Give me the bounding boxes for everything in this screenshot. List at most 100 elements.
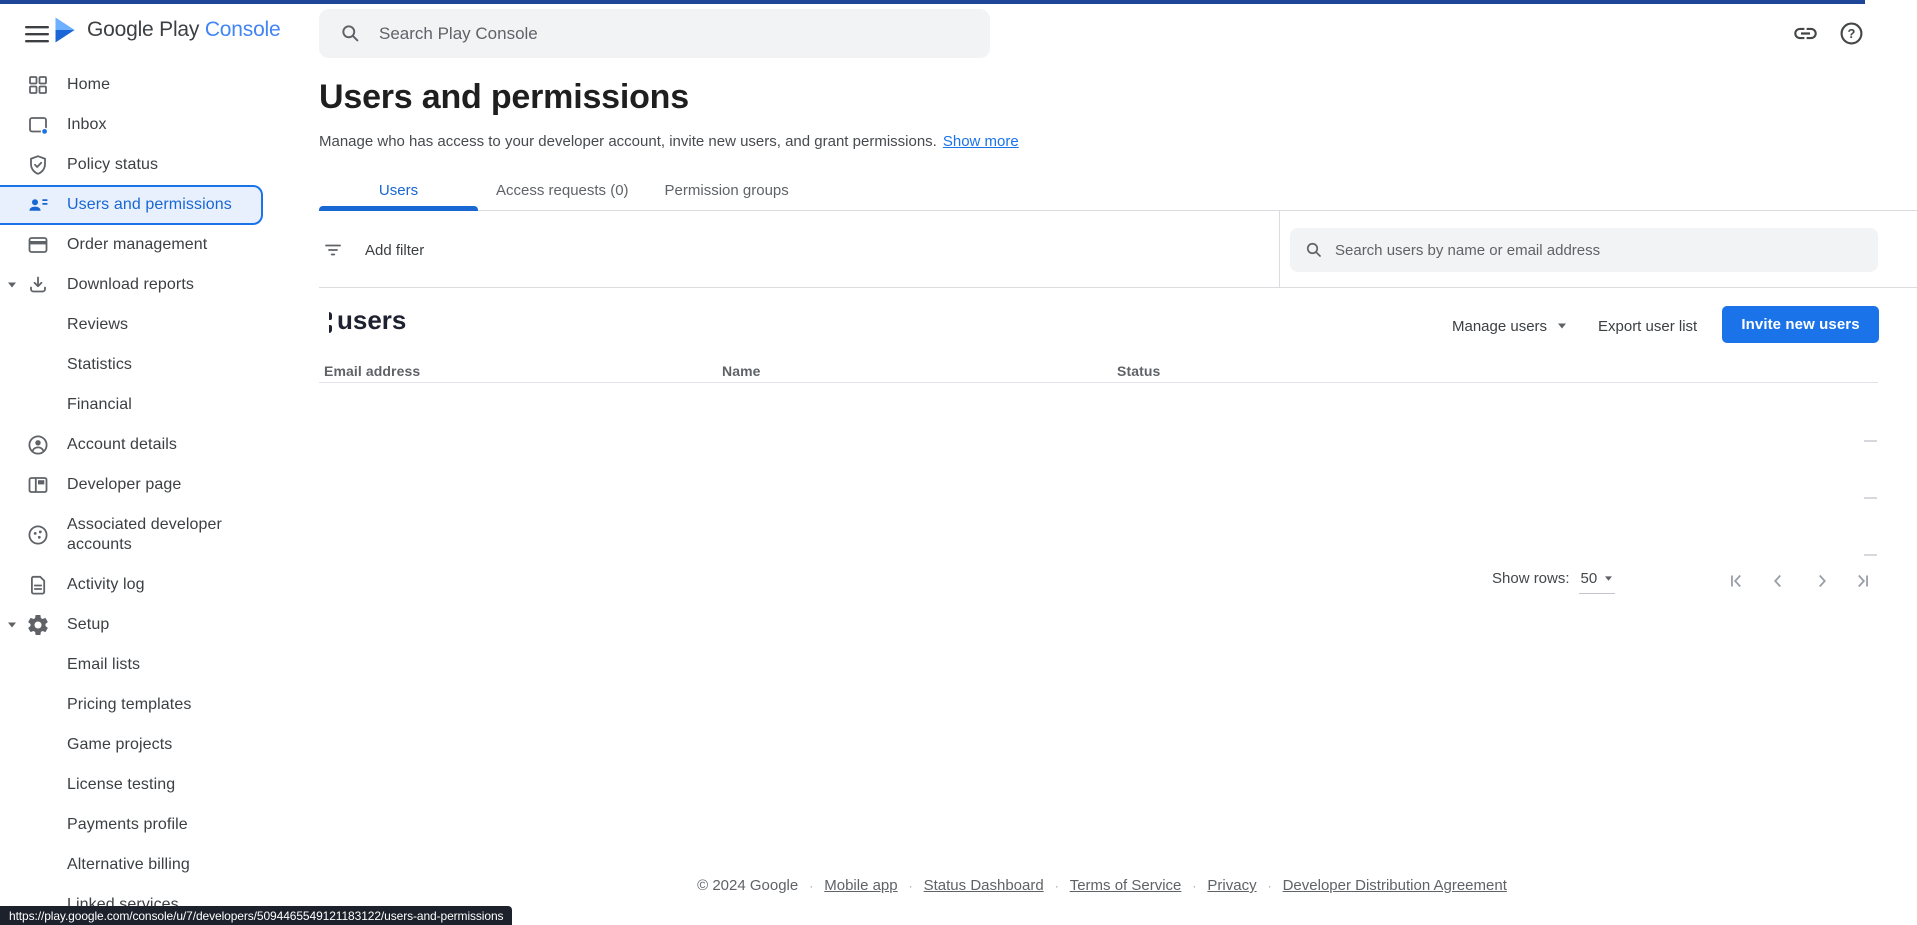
collapse-caret-icon[interactable] — [7, 621, 17, 629]
rows-per-page-value: 50 — [1581, 570, 1598, 587]
sidebar-item-reviews[interactable]: Reviews — [0, 305, 287, 345]
sidebar-item-pricing-templates[interactable]: Pricing templates — [0, 685, 287, 725]
tab-users[interactable]: Users — [319, 170, 478, 210]
sidebar-item-developer-page[interactable]: Developer page — [0, 465, 287, 505]
sidebar-item-home[interactable]: Home — [0, 65, 287, 105]
sidebar-item-associated-developer-accounts[interactable]: Associated developer accounts — [0, 505, 287, 565]
filter-bar-bottom-divider — [319, 287, 1917, 288]
sidebar-item-label: Inbox — [67, 116, 107, 134]
sidebar-nav: Home Inbox Policy status — [0, 65, 287, 925]
last-page-button[interactable] — [1849, 568, 1875, 594]
sidebar-item-label: Setup — [67, 616, 109, 634]
column-header-email: Email address — [324, 363, 420, 379]
invite-new-users-button[interactable]: Invite new users — [1722, 306, 1879, 343]
sidebar-item-order-management[interactable]: Order management — [0, 225, 287, 265]
users-icon — [26, 193, 50, 217]
page-description: Manage who has access to your developer … — [319, 133, 1019, 150]
column-header-name: Name — [722, 363, 761, 379]
credit-card-icon — [26, 233, 50, 257]
sidebar-item-license-testing[interactable]: License testing — [0, 765, 287, 805]
collapse-caret-icon[interactable] — [7, 281, 17, 289]
users-count-heading: users — [337, 305, 406, 336]
rows-per-page-select[interactable]: 50 — [1579, 570, 1616, 594]
sidebar-item-activity-log[interactable]: Activity log — [0, 565, 287, 605]
column-header-status: Status — [1117, 363, 1160, 379]
tab-permission-groups[interactable]: Permission groups — [647, 170, 807, 210]
footer-copyright: © 2024 Google — [697, 877, 798, 894]
play-triangle-icon — [52, 16, 78, 44]
footer-separator: · — [1055, 879, 1059, 893]
shield-check-icon — [26, 153, 50, 177]
search-icon — [1304, 240, 1324, 260]
associated-accounts-icon — [26, 523, 50, 547]
sidebar-item-payments-profile[interactable]: Payments profile — [0, 805, 287, 845]
export-user-list-button[interactable]: Export user list — [1598, 308, 1697, 344]
top-accent-strip — [0, 0, 1865, 4]
footer-link-developer-distribution-agreement[interactable]: Developer Distribution Agreement — [1283, 877, 1507, 894]
show-more-link[interactable]: Show more — [943, 133, 1019, 150]
link-icon — [1792, 20, 1819, 47]
page-footer: © 2024 Google · Mobile app · Status Dash… — [287, 877, 1917, 894]
filter-bar-vertical-divider — [1279, 211, 1280, 287]
copy-link-button[interactable] — [1784, 12, 1826, 54]
global-search-bar[interactable] — [319, 9, 990, 58]
sidebar-item-setup[interactable]: Setup — [0, 605, 287, 645]
sidebar-item-download-reports[interactable]: Download reports — [0, 265, 287, 305]
footer-separator: · — [1268, 879, 1272, 893]
global-search-input[interactable] — [379, 24, 959, 44]
sidebar-item-label: Associated developer accounts — [67, 515, 249, 555]
footer-separator: · — [1192, 879, 1196, 893]
sidebar-item-label: Developer page — [67, 476, 181, 494]
play-console-screen: Google Play Console ? Home — [0, 0, 1917, 925]
users-search-input[interactable] — [1335, 242, 1865, 259]
show-rows-control: Show rows: 50 — [1492, 570, 1615, 594]
first-page-button[interactable] — [1724, 568, 1750, 594]
sidebar-item-label: Pricing templates — [67, 696, 191, 714]
layout-icon — [26, 473, 50, 497]
tab-access-requests[interactable]: Access requests (0) — [478, 170, 647, 210]
sidebar-item-label: Home — [67, 76, 110, 94]
sidebar-item-account-details[interactable]: Account details — [0, 425, 287, 465]
sidebar-item-label: Alternative billing — [67, 856, 190, 874]
help-button[interactable]: ? — [1830, 12, 1872, 54]
previous-page-button[interactable] — [1765, 568, 1791, 594]
last-page-icon — [1851, 570, 1873, 592]
first-page-icon — [1726, 570, 1748, 592]
manage-users-dropdown[interactable]: Manage users — [1452, 308, 1567, 344]
table-row — [1864, 440, 1877, 442]
sidebar-item-financial[interactable]: Financial — [0, 385, 287, 425]
active-tab-underline — [319, 206, 478, 211]
sidebar-item-game-projects[interactable]: Game projects — [0, 725, 287, 765]
next-page-button[interactable] — [1809, 568, 1835, 594]
grid-icon — [26, 73, 50, 97]
table-header-divider — [319, 382, 1878, 383]
sidebar-item-statistics[interactable]: Statistics — [0, 345, 287, 385]
sidebar-item-label: Payments profile — [67, 816, 188, 834]
footer-separator: · — [909, 879, 913, 893]
sidebar-item-policy-status[interactable]: Policy status — [0, 145, 287, 185]
sidebar-item-inbox[interactable]: Inbox — [0, 105, 287, 145]
footer-link-privacy[interactable]: Privacy — [1207, 877, 1256, 894]
footer-link-status-dashboard[interactable]: Status Dashboard — [924, 877, 1044, 894]
menu-hamburger-button[interactable] — [18, 17, 56, 51]
add-filter-button[interactable]: Add filter — [321, 228, 424, 272]
table-row — [1864, 554, 1877, 556]
sidebar-item-email-lists[interactable]: Email lists — [0, 645, 287, 685]
sidebar-item-label: Statistics — [67, 356, 132, 374]
sidebar-item-label: Users and permissions — [67, 196, 232, 214]
footer-link-mobile-app[interactable]: Mobile app — [824, 877, 897, 894]
chevron-right-icon — [1811, 570, 1833, 592]
sidebar-item-label: Download reports — [67, 276, 194, 294]
footer-link-terms-of-service[interactable]: Terms of Service — [1070, 877, 1182, 894]
sidebar-item-label: Financial — [67, 396, 132, 414]
help-icon: ? — [1838, 20, 1865, 47]
chevron-down-icon — [1604, 575, 1613, 582]
tab-bar-divider — [319, 210, 1917, 211]
users-search-bar[interactable] — [1290, 228, 1878, 272]
sidebar-item-alternative-billing[interactable]: Alternative billing — [0, 845, 287, 885]
show-rows-label: Show rows: — [1492, 570, 1570, 587]
status-bar-url: https://play.google.com/console/u/7/deve… — [0, 906, 512, 925]
add-filter-label: Add filter — [365, 242, 424, 259]
sidebar-item-users-and-permissions[interactable]: Users and permissions — [0, 185, 263, 225]
google-play-console-logo[interactable]: Google Play Console — [52, 12, 281, 48]
